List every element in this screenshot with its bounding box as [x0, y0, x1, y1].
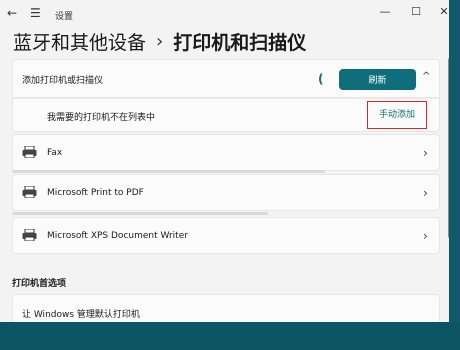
loading-bar [12, 212, 268, 215]
printer-name: Fax [47, 148, 63, 158]
printer-icon [22, 186, 37, 198]
manual-add-row: 我需要的打印机不在列表中 手动添加 [12, 98, 440, 132]
hamburger-menu-icon[interactable]: ☰ [30, 6, 41, 20]
breadcrumb-parent[interactable]: 蓝牙和其他设备 [13, 28, 146, 55]
printer-name: Microsoft XPS Document Writer [47, 231, 188, 241]
printer-icon [22, 229, 37, 241]
printer-icon [22, 146, 37, 158]
maximize-button[interactable]: ☐ [402, 3, 430, 21]
printer-item-fax[interactable]: Fax › [12, 134, 440, 171]
close-button[interactable]: ✕ [430, 3, 449, 21]
chevron-right-icon: › [423, 186, 428, 200]
refresh-button[interactable]: 刷新 [339, 69, 416, 90]
manual-add-label: 我需要的打印机不在列表中 [47, 113, 156, 123]
app-title: 设置 [55, 12, 74, 22]
printer-item-xps[interactable]: Microsoft XPS Document Writer › [12, 217, 440, 254]
preferences-section-title: 打印机首选项 [12, 279, 67, 289]
taskbar [0, 322, 460, 350]
printer-name: Microsoft Print to PDF [47, 188, 144, 198]
add-printer-label: 添加打印机或扫描仪 [22, 76, 104, 86]
breadcrumb: 蓝牙和其他设备 › 打印机和扫描仪 [13, 26, 306, 56]
scrollbar[interactable] [448, 58, 449, 238]
back-arrow-icon[interactable]: ← [7, 6, 17, 20]
default-printer-setting[interactable]: 让 Windows 管理默认打印机 [12, 294, 440, 322]
chevron-right-icon: › [423, 146, 428, 160]
chevron-up-icon[interactable]: ^ [422, 71, 430, 82]
printer-item-pdf[interactable]: Microsoft Print to PDF › [12, 174, 440, 211]
settings-window: ← ☰ 设置 — ☐ ✕ 蓝牙和其他设备 › 打印机和扫描仪 添加打印机或扫描仪… [0, 0, 449, 322]
minimize-button[interactable]: — [371, 3, 399, 21]
breadcrumb-separator-icon: › [156, 30, 164, 52]
default-printer-label: 让 Windows 管理默认打印机 [22, 310, 140, 320]
chevron-right-icon: › [423, 229, 428, 243]
loading-spinner-icon: ( [318, 72, 324, 86]
manual-add-button[interactable]: 手动添加 [367, 101, 427, 129]
add-printer-section[interactable]: 添加打印机或扫描仪 ( 刷新 ^ [12, 59, 440, 98]
loading-bar [12, 170, 325, 173]
page-title: 打印机和扫描仪 [173, 31, 307, 54]
